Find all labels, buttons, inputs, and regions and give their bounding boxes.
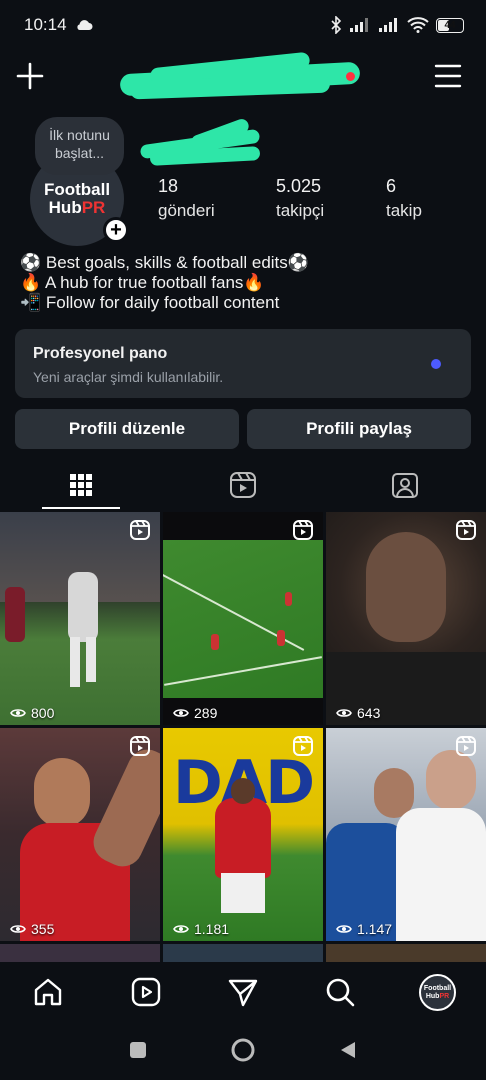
content-tabs [0,460,486,510]
signal-icon-2 [379,18,397,32]
view-count: 643 [336,705,380,721]
eye-icon [10,709,26,717]
stat-following[interactable]: 6 takip [386,176,422,221]
eye-icon [173,709,189,717]
add-story-plus-icon[interactable]: + [103,217,129,243]
reel-badge-icon [293,736,313,756]
direct-icon[interactable] [227,976,259,1008]
signal-icon [350,18,368,32]
reels-icon[interactable] [130,976,162,1008]
back-icon[interactable] [338,1040,358,1060]
wifi-icon [407,17,429,33]
post-thumbnail[interactable]: DAD 1.181 [163,728,323,941]
bio: ⚽ Best goals, skills & football edits⚽ 🔥… [20,253,309,313]
tab-grid[interactable] [0,460,162,510]
display-name-redacted [139,117,261,167]
new-indicator-dot [431,359,441,369]
recents-icon[interactable] [128,1040,148,1060]
reel-badge-icon [130,520,150,540]
stat-posts[interactable]: 18 gönderi [158,176,215,221]
post-thumbnail[interactable]: 800 [0,512,160,725]
view-count: 800 [10,705,54,721]
dashboard-title: Profesyonel pano [33,345,168,362]
status-bar: 10:14 44 [0,0,486,50]
battery-indicator: 44 [436,17,464,33]
professional-dashboard-card[interactable]: Profesyonel pano Yeni araçlar şimdi kull… [15,329,471,398]
create-plus-icon[interactable] [14,60,46,92]
post-thumbnail[interactable]: 643 [326,512,486,725]
tab-tagged[interactable] [324,460,486,510]
reels-icon [230,472,256,498]
home-icon[interactable] [32,976,64,1008]
bio-line: ⚽ Best goals, skills & football edits⚽ [20,253,309,272]
reel-badge-icon [293,520,313,540]
bottom-navigation: Football HubPR [0,962,486,1022]
reel-badge-icon [456,736,476,756]
post-thumbnail[interactable]: 289 [163,512,323,725]
eye-icon [336,925,352,933]
reel-badge-icon [456,520,476,540]
share-profile-button[interactable]: Profili paylaş [247,409,471,449]
profile-avatar[interactable]: Football HubPR [419,974,456,1011]
reel-badge-icon [130,736,150,756]
post-thumbnail[interactable] [326,944,486,962]
post-thumbnail[interactable] [163,944,323,962]
bluetooth-icon [331,16,342,34]
system-navigation [0,1022,486,1080]
post-thumbnail[interactable] [0,944,160,962]
hamburger-menu-icon[interactable] [434,62,462,90]
posts-grid: 800 289 643 355 DAD 1.181 1. [0,512,486,962]
eye-icon [10,925,26,933]
bio-line: 📲 Follow for daily football content [20,293,280,312]
note-bubble[interactable]: İlk notunu başlat... [35,117,124,175]
profile-header-bar [0,50,486,106]
grid-icon [70,474,92,496]
view-count: 355 [10,921,54,937]
view-count: 289 [173,705,217,721]
edit-profile-button[interactable]: Profili düzenle [15,409,239,449]
tagged-icon [392,473,418,498]
tab-reels[interactable] [162,460,324,510]
post-thumbnail[interactable]: 355 [0,728,160,941]
view-count: 1.181 [173,921,229,937]
search-icon[interactable] [324,976,356,1008]
eye-icon [173,925,189,933]
stat-followers[interactable]: 5.025 takipçi [276,176,324,221]
username-redacted[interactable] [119,51,365,100]
home-circle-icon[interactable] [230,1037,256,1063]
active-tab-indicator [42,507,120,509]
cloud-icon [76,20,93,30]
clock: 10:14 [24,15,67,34]
notification-dot [346,72,355,81]
post-thumbnail[interactable]: 1.147 [326,728,486,941]
dashboard-subtitle: Yeni araçlar şimdi kullanılabilir. [33,369,224,385]
profile-summary: Football HubPR İlk notunu başlat... + 18… [0,112,486,247]
view-count: 1.147 [336,921,392,937]
eye-icon [336,709,352,717]
bio-line: 🔥 A hub for true football fans🔥 [20,273,265,292]
